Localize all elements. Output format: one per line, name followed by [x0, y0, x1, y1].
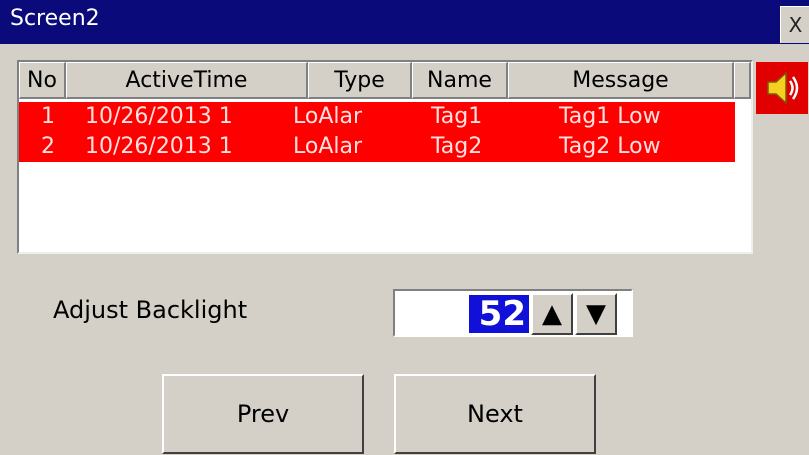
cell-no: 2	[41, 134, 55, 159]
increment-button[interactable]: ▲	[531, 293, 573, 335]
cell-activetime: 10/26/2013 1	[85, 134, 233, 159]
column-header-activetime[interactable]: ActiveTime	[66, 62, 308, 99]
next-button[interactable]: Next	[394, 374, 596, 454]
alarm-table: No ActiveTime Type Name Message 1 10/26/…	[17, 60, 753, 254]
decrement-button[interactable]: ▼	[575, 293, 617, 335]
title-bar: Screen2 X	[0, 0, 809, 44]
cell-type: LoAlar	[293, 134, 363, 159]
cell-message: Tag1 Low	[559, 104, 661, 129]
backlight-stepper[interactable]: 52 ▲ ▼	[393, 289, 633, 337]
cell-activetime: 10/26/2013 1	[85, 104, 233, 129]
header-spacer	[734, 62, 751, 99]
table-row[interactable]: 2 10/26/2013 1 LoAlar Tag2 Tag2 Low	[19, 132, 735, 162]
speaker-icon[interactable]	[756, 62, 808, 114]
column-header-no[interactable]: No	[19, 62, 66, 99]
cell-name: Tag1	[431, 104, 483, 129]
cell-type: LoAlar	[293, 104, 363, 129]
cell-no: 1	[41, 104, 55, 129]
speaker-glyph	[767, 71, 799, 105]
backlight-label: Adjust Backlight	[53, 296, 248, 324]
column-header-type[interactable]: Type	[308, 62, 412, 99]
close-button[interactable]: X	[780, 6, 809, 43]
column-header-message[interactable]: Message	[508, 62, 734, 99]
column-header-name[interactable]: Name	[412, 62, 508, 99]
cell-name: Tag2	[431, 134, 483, 159]
table-row[interactable]: 1 10/26/2013 1 LoAlar Tag1 Tag1 Low	[19, 102, 735, 132]
prev-button[interactable]: Prev	[162, 374, 364, 454]
alarm-table-header: No ActiveTime Type Name Message	[19, 62, 751, 101]
cell-message: Tag2 Low	[559, 134, 661, 159]
backlight-value[interactable]: 52	[469, 294, 529, 334]
window-title: Screen2	[10, 6, 100, 31]
